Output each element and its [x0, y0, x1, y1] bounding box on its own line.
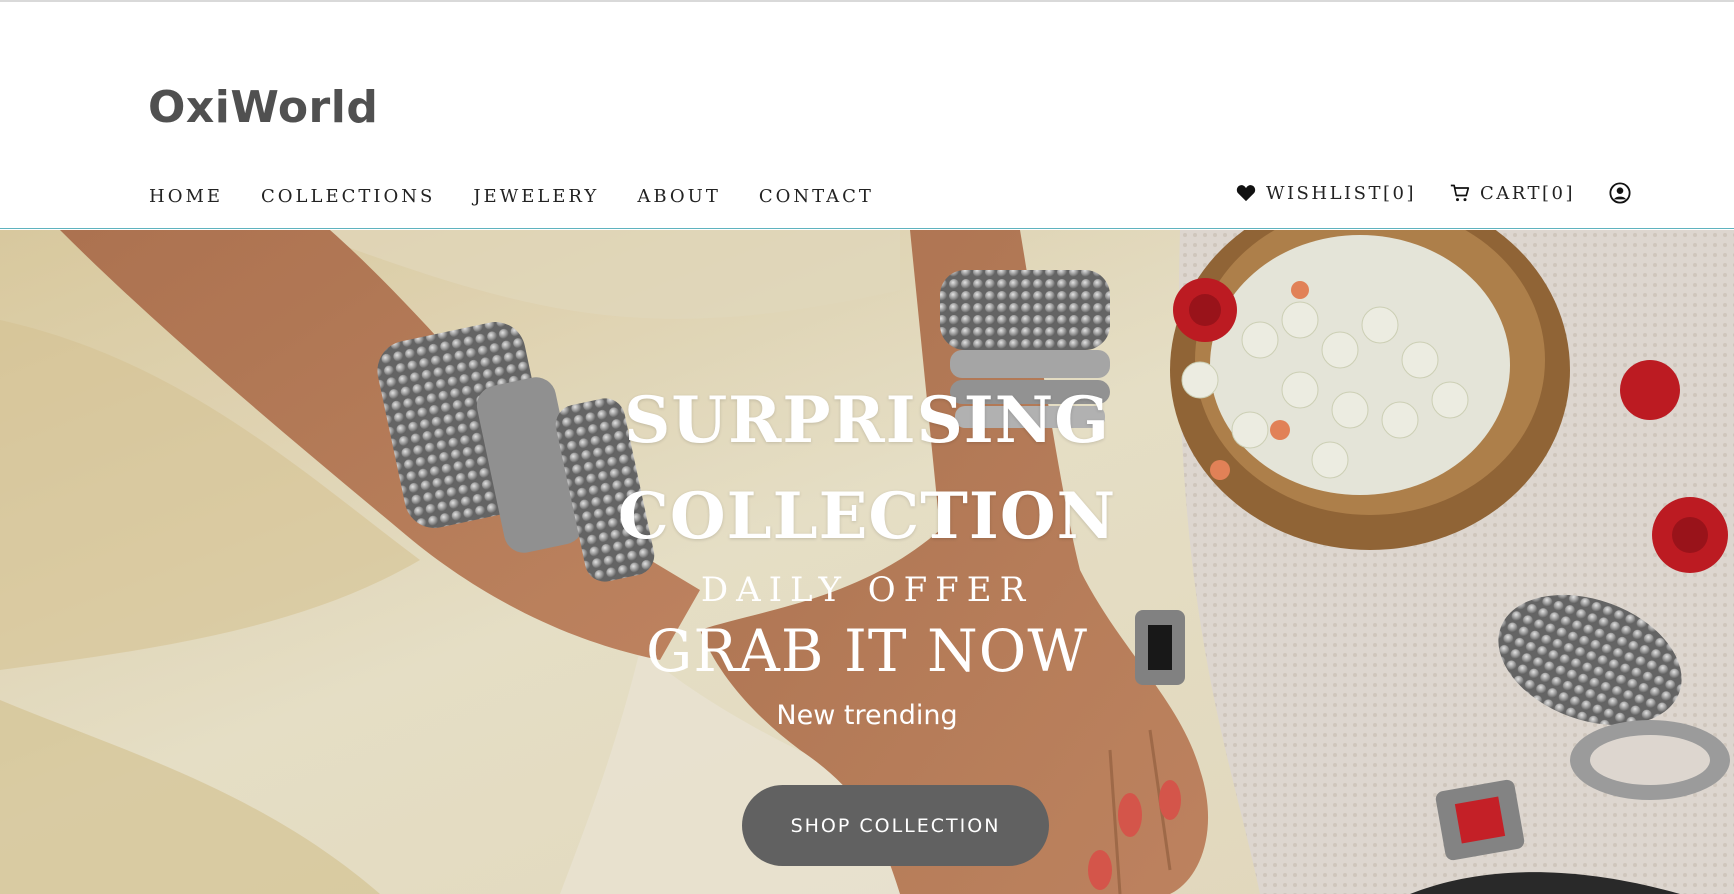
hero-subtitle: New trending [776, 700, 958, 731]
user-account-icon [1609, 182, 1631, 204]
nav-item-collections[interactable]: COLLECTIONS [261, 186, 435, 207]
hero-title-line2: COLLECTION [617, 479, 1117, 554]
wishlist-label: WISHLIST [1265, 182, 1383, 204]
account-button[interactable] [1609, 182, 1631, 204]
shop-collection-button[interactable]: SHOP COLLECTION [742, 785, 1049, 866]
cart-label: CART [1479, 182, 1542, 204]
site-logo[interactable]: OxiWorld [148, 82, 378, 133]
hero-grab: GRAB IT NOW [646, 617, 1088, 685]
heart-icon [1236, 185, 1256, 202]
cart-count: [0] [1542, 182, 1575, 204]
hero-banner: SURPRISING COLLECTION DAILY OFFER GRAB I… [0, 230, 1734, 894]
wishlist-link[interactable]: WISHLIST [0] [1236, 183, 1416, 204]
cart-link[interactable]: CART [0] [1450, 183, 1575, 204]
wishlist-count: [0] [1382, 182, 1416, 204]
nav-item-contact[interactable]: CONTACT [759, 186, 874, 207]
hero-title: SURPRISING COLLECTION [0, 373, 1734, 565]
hero-title-line1: SURPRISING [624, 383, 1110, 458]
nav-item-about[interactable]: ABOUT [637, 186, 721, 207]
hero-offer: DAILY OFFER [700, 570, 1034, 610]
user-actions: WISHLIST [0] CART [0] [1202, 182, 1631, 204]
nav-item-jewelery[interactable]: JEWELERY [473, 186, 599, 207]
nav-item-home[interactable]: HOME [149, 186, 223, 207]
main-nav: HOME COLLECTIONS JEWELERY ABOUT CONTACT [149, 186, 912, 207]
cart-icon [1450, 184, 1470, 202]
site-header: OxiWorld HOME COLLECTIONS JEWELERY ABOUT… [0, 2, 1734, 229]
